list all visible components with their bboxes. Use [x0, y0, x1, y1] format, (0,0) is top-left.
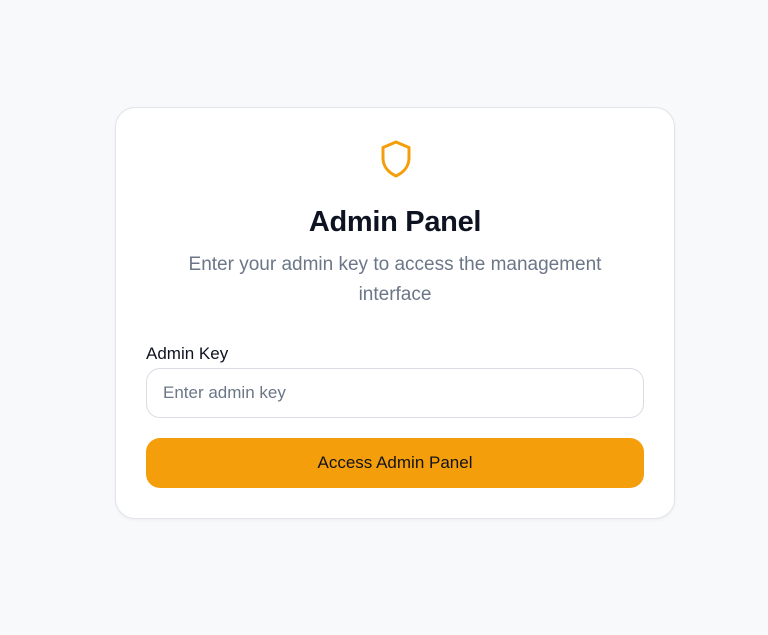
admin-key-label: Admin Key: [146, 344, 229, 363]
page-title: Admin Panel: [308, 206, 482, 238]
shield-icon: [381, 140, 411, 178]
access-admin-panel-button[interactable]: Access Admin Panel: [146, 438, 644, 488]
admin-key-input[interactable]: [146, 368, 644, 418]
page-subtitle: Enter your admin key to access the manag…: [188, 254, 602, 305]
admin-login-card: Admin Panel Enter your admin key to acce…: [115, 107, 675, 519]
